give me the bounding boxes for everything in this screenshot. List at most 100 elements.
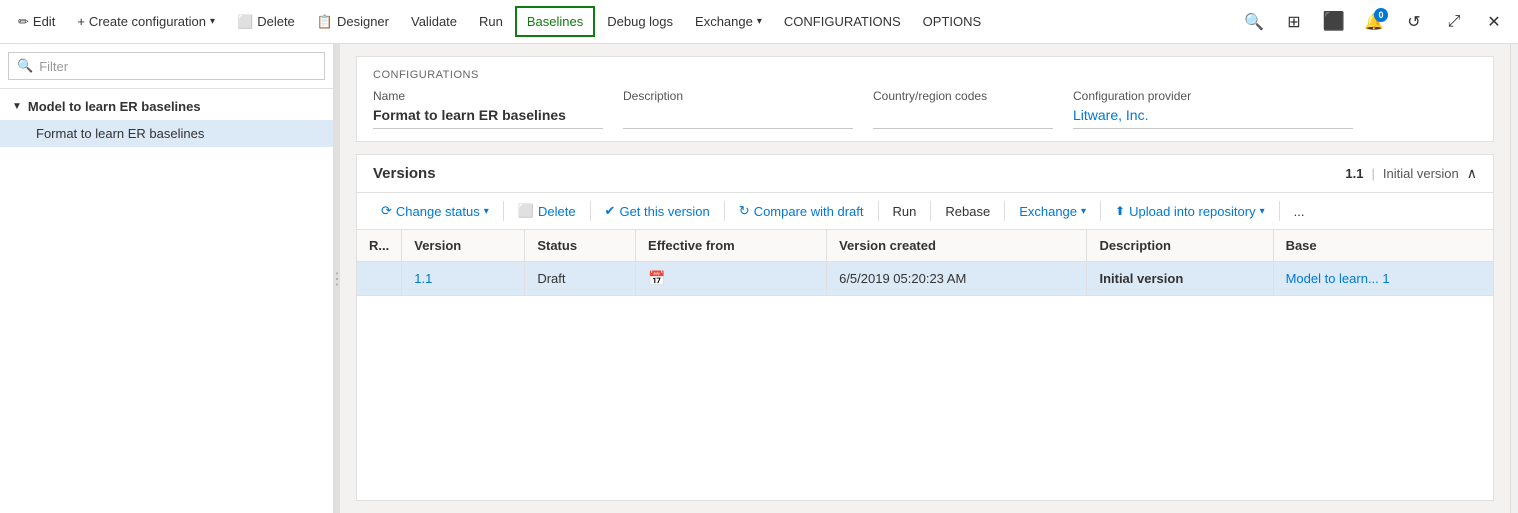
col-header-r: R...	[357, 230, 402, 262]
filter-input[interactable]: 🔍 Filter	[8, 52, 325, 80]
sidebar-item-model[interactable]: ▼ Model to learn ER baselines	[0, 93, 333, 120]
dropdown-icon: ▾	[210, 16, 215, 27]
versions-title: Versions	[373, 165, 1337, 182]
separator-1	[503, 201, 504, 221]
upload-dropdown-icon: ▾	[1260, 206, 1265, 217]
collapse-icon: ▼	[12, 101, 22, 112]
search-icon: 🔍	[1244, 12, 1264, 32]
create-config-button[interactable]: + Create configuration ▾	[67, 8, 225, 35]
separator-2	[590, 201, 591, 221]
edit-button[interactable]: ✏ Edit	[8, 8, 65, 36]
col-header-created: Version created	[827, 230, 1087, 262]
sidebar: 🔍 Filter ▼ Model to learn ER baselines F…	[0, 44, 334, 513]
refresh-button[interactable]: ↺	[1398, 6, 1430, 38]
notification-badge: 0	[1374, 8, 1388, 22]
versions-run-button[interactable]: Run	[885, 200, 925, 223]
config-section-label: CONFIGURATIONS	[373, 69, 1477, 81]
col-header-description: Description	[1087, 230, 1273, 262]
search-button[interactable]: 🔍	[1238, 6, 1270, 38]
close-button[interactable]: ✕	[1478, 6, 1510, 38]
name-field: Name Format to learn ER baselines	[373, 89, 623, 129]
cell-status: Draft	[525, 262, 636, 296]
office-icon: ⬛	[1323, 11, 1345, 32]
expand-button[interactable]: ⤢	[1438, 6, 1470, 38]
main-toolbar: ✏ Edit + Create configuration ▾ ⬜ Delete…	[0, 0, 1518, 44]
configurations-button[interactable]: CONFIGURATIONS	[774, 8, 911, 35]
versions-toolbar: ⟳ Change status ▾ ⬜ Delete ✔ Get this ve…	[357, 193, 1493, 230]
table-row[interactable]: 1.1 Draft 📅 6/5/2019 05:20:23 AM Initial…	[357, 262, 1493, 296]
config-fields: Name Format to learn ER baselines Descri…	[373, 89, 1477, 129]
get-version-icon: ✔	[605, 203, 616, 219]
sidebar-item-format[interactable]: Format to learn ER baselines	[0, 120, 333, 147]
col-header-version: Version	[402, 230, 525, 262]
separator-6	[1004, 201, 1005, 221]
options-button[interactable]: OPTIONS	[913, 8, 992, 35]
versions-meta: 1.1 | Initial version	[1345, 166, 1458, 181]
sidebar-filter-area: 🔍 Filter	[0, 44, 333, 89]
grid-icon: ⊞	[1287, 12, 1300, 32]
filter-search-icon: 🔍	[17, 58, 33, 74]
content-area: CONFIGURATIONS Name Format to learn ER b…	[340, 44, 1510, 513]
calendar-icon[interactable]: 📅	[648, 270, 665, 286]
cell-effective: 📅	[636, 262, 827, 296]
versions-data-table: R... Version Status Effective from Versi…	[357, 230, 1493, 296]
upload-repo-button[interactable]: ⬆ Upload into repository ▾	[1107, 200, 1273, 223]
versions-collapse-button[interactable]: ∧	[1467, 165, 1477, 182]
col-header-effective: Effective from	[636, 230, 827, 262]
plus-icon: +	[77, 14, 85, 29]
exchange-button[interactable]: Exchange ▾	[685, 8, 772, 35]
config-header: CONFIGURATIONS Name Format to learn ER b…	[356, 56, 1494, 142]
scrollbar-track[interactable]	[1510, 44, 1518, 513]
provider-value[interactable]: Litware, Inc.	[1073, 107, 1353, 129]
expand-icon: ⤢	[1448, 13, 1461, 31]
cell-created: 6/5/2019 05:20:23 AM	[827, 262, 1087, 296]
office-button[interactable]: ⬛	[1318, 6, 1350, 38]
col-header-base: Base	[1273, 230, 1493, 262]
debug-logs-button[interactable]: Debug logs	[597, 8, 683, 35]
validate-button[interactable]: Validate	[401, 8, 467, 35]
compare-draft-button[interactable]: ↻ Compare with draft	[731, 199, 872, 223]
exchange-dropdown-icon: ▾	[757, 16, 762, 27]
refresh-icon: ↺	[1407, 12, 1420, 32]
delete-button[interactable]: ⬜ Delete	[227, 8, 305, 36]
more-button[interactable]: ...	[1286, 200, 1313, 223]
rebase-button[interactable]: Rebase	[937, 200, 998, 223]
versions-meta-desc: Initial version	[1383, 166, 1459, 181]
delete-icon: ⬜	[237, 14, 253, 30]
col-header-status: Status	[525, 230, 636, 262]
exchange-dropdown-icon: ▾	[1081, 206, 1086, 217]
separator-7	[1100, 201, 1101, 221]
delete-icon: ⬜	[518, 203, 534, 219]
cell-version[interactable]: 1.1	[402, 262, 525, 296]
compare-icon: ↻	[739, 203, 750, 219]
change-status-dropdown-icon: ▾	[484, 206, 489, 217]
sidebar-tree: ▼ Model to learn ER baselines Format to …	[0, 89, 333, 513]
grid-button[interactable]: ⊞	[1278, 6, 1310, 38]
description-value	[623, 107, 853, 129]
name-value: Format to learn ER baselines	[373, 107, 603, 129]
versions-delete-button[interactable]: ⬜ Delete	[510, 199, 584, 223]
separator-5	[930, 201, 931, 221]
cell-description: Initial version	[1087, 262, 1273, 296]
collapse-icon: ∧	[1467, 165, 1477, 181]
description-field: Description	[623, 89, 873, 129]
cell-r	[357, 262, 402, 296]
country-value	[873, 107, 1053, 129]
cell-base[interactable]: Model to learn... 1	[1273, 262, 1493, 296]
baselines-button[interactable]: Baselines	[515, 6, 595, 37]
table-header-row: R... Version Status Effective from Versi…	[357, 230, 1493, 262]
change-status-button[interactable]: ⟳ Change status ▾	[373, 199, 497, 223]
separator-4	[878, 201, 879, 221]
versions-exchange-button[interactable]: Exchange ▾	[1011, 200, 1094, 223]
run-button[interactable]: Run	[469, 8, 513, 35]
upload-icon: ⬆	[1115, 204, 1125, 218]
provider-field: Configuration provider Litware, Inc.	[1073, 89, 1373, 129]
designer-icon: 📋	[317, 14, 333, 30]
edit-icon: ✏	[18, 14, 29, 30]
designer-button[interactable]: 📋 Designer	[307, 8, 399, 36]
notification-button[interactable]: 🔔 0	[1358, 6, 1390, 38]
country-field: Country/region codes	[873, 89, 1073, 129]
get-version-button[interactable]: ✔ Get this version	[597, 199, 718, 223]
separator-3	[724, 201, 725, 221]
versions-header: Versions 1.1 | Initial version ∧	[357, 155, 1493, 193]
